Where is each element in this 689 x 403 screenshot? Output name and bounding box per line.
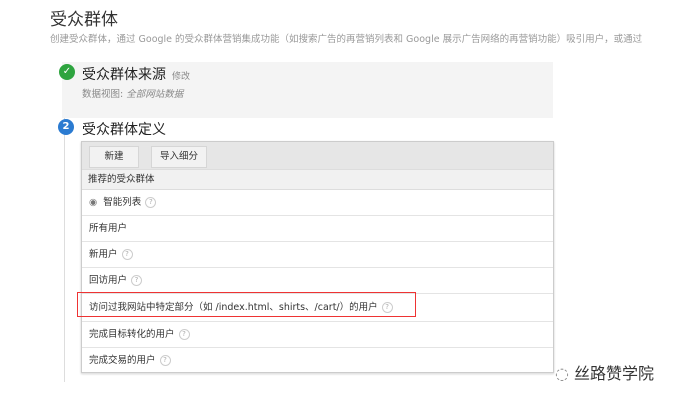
check-icon: ✓	[59, 64, 75, 80]
help-icon[interactable]: ?	[178, 329, 190, 340]
item-label: 回访用户	[89, 275, 128, 286]
item-label: 新用户	[89, 249, 118, 260]
new-button[interactable]: 新建	[89, 146, 139, 168]
step1-title: 受众群体来源	[82, 67, 166, 83]
help-icon[interactable]: ?	[121, 249, 133, 260]
item-label: 完成目标转化的用户	[89, 329, 175, 340]
toolbar: 新建 导入细分	[82, 142, 553, 169]
list-item[interactable]: 新用户?	[82, 242, 553, 268]
help-icon[interactable]: ?	[131, 275, 143, 286]
item-label: 智能列表	[103, 197, 142, 208]
page-description: 创建受众群体，通过 Google 的受众群体营销集成功能（如搜索广告的再营销列表…	[50, 34, 643, 45]
item-label: 完成交易的用户	[89, 355, 156, 366]
watermark-text: 丝路赞学院	[574, 364, 655, 383]
step2-title: 受众群体定义	[82, 122, 166, 138]
recommended-header: 推荐的受众群体	[82, 169, 553, 190]
list-item[interactable]: 完成目标转化的用户?	[82, 322, 553, 348]
highlight-box	[77, 292, 416, 317]
step2-number: 2	[58, 119, 74, 135]
list-item[interactable]: 回访用户?	[82, 268, 553, 294]
step1-edit-link[interactable]: 修改	[172, 69, 190, 82]
help-icon[interactable]: ?	[159, 355, 171, 366]
smart-list-icon: ◉	[89, 197, 98, 208]
list-item[interactable]: 所有用户	[82, 216, 553, 242]
import-segment-button[interactable]: 导入细分	[151, 146, 207, 168]
wechat-icon: ◌	[555, 364, 575, 383]
item-label: 所有用户	[89, 223, 128, 234]
help-icon[interactable]: ?	[145, 197, 157, 208]
audience-definition-panel: 新建 导入细分 推荐的受众群体 ◉ 智能列表? 所有用户 新用户? 回访用户? 访…	[81, 141, 554, 374]
page-title: 受众群体	[50, 10, 118, 30]
list-item[interactable]: 完成交易的用户?	[82, 348, 553, 374]
view-label: 数据视图:	[82, 89, 124, 100]
watermark: ◌ 丝路赞学院	[555, 360, 654, 384]
view-value: 全部网站数据	[126, 89, 184, 100]
step1-view: 数据视图: 全部网站数据	[82, 86, 183, 100]
list-item[interactable]: ◉ 智能列表?	[82, 190, 553, 216]
